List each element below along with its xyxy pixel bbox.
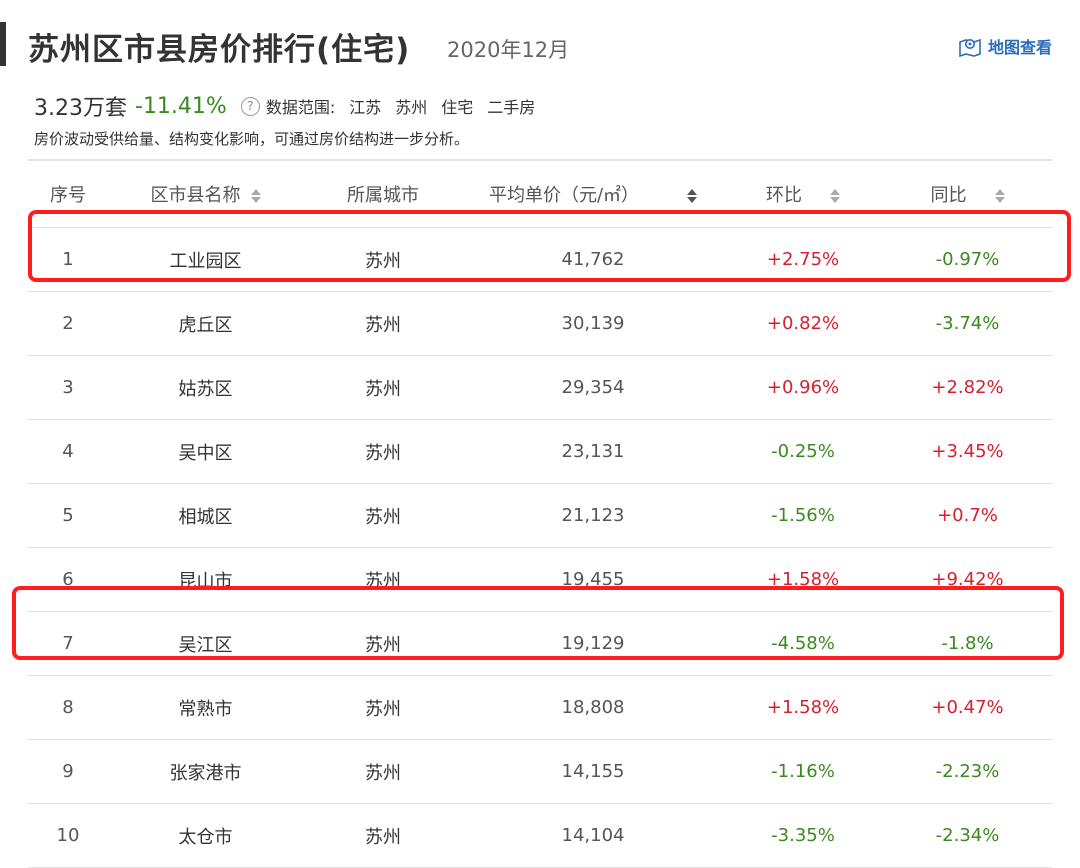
- highlight-box-row-7: [12, 586, 1064, 660]
- cell-district-name: 常熟市: [108, 675, 303, 740]
- table-row[interactable]: 3 姑苏区 苏州 29,354 +0.96% +2.82%: [28, 355, 1052, 420]
- table-row[interactable]: 10 太仓市 苏州 14,104 -3.35% -2.34%: [28, 803, 1052, 868]
- sort-icon[interactable]: [994, 189, 1005, 203]
- cell-mom: +0.82%: [723, 291, 883, 356]
- cell-yoy: +2.82%: [883, 355, 1052, 420]
- map-link-label[interactable]: 地图查看: [988, 34, 1052, 58]
- table-row[interactable]: 4 吴中区 苏州 23,131 -0.25% +3.45%: [28, 419, 1052, 484]
- cell-yoy: +0.47%: [883, 675, 1052, 740]
- cell-city: 苏州: [303, 483, 463, 548]
- data-range-market: 二手房: [487, 98, 536, 117]
- cell-district-name: 吴中区: [108, 419, 303, 484]
- summary-line: 3.23万套 -11.41% ? 数据范围: 江苏 苏州 住宅 二手房: [34, 90, 535, 122]
- cell-price: 18,808: [463, 675, 723, 740]
- cell-mom: -0.25%: [723, 419, 883, 484]
- cell-city: 苏州: [303, 291, 463, 356]
- cell-city: 苏州: [303, 739, 463, 804]
- price-note: 房价波动受供给量、结构变化影响，可通过房价结构进一步分析。: [34, 130, 470, 148]
- sort-icon[interactable]: [687, 189, 698, 203]
- map-view-link[interactable]: 地图查看: [958, 34, 1052, 58]
- cell-rank: 5: [28, 483, 108, 548]
- data-range-city: 苏州: [395, 98, 428, 117]
- cell-rank: 8: [28, 675, 108, 740]
- cell-district-name: 张家港市: [108, 739, 303, 804]
- data-range-province: 江苏: [349, 98, 382, 117]
- cell-rank: 9: [28, 739, 108, 804]
- cell-rank: 4: [28, 419, 108, 484]
- title-accent-bar: [0, 22, 6, 66]
- cell-rank: 2: [28, 291, 108, 356]
- cell-district-name: 虎丘区: [108, 291, 303, 356]
- question-icon[interactable]: ?: [240, 96, 260, 116]
- cell-price: 14,104: [463, 803, 723, 868]
- cell-rank: 3: [28, 355, 108, 420]
- table-row[interactable]: 5 相城区 苏州 21,123 -1.56% +0.7%: [28, 483, 1052, 548]
- map-pin-icon: [958, 35, 982, 57]
- cell-city: 苏州: [303, 675, 463, 740]
- cell-price: 14,155: [463, 739, 723, 804]
- cell-price: 29,354: [463, 355, 723, 420]
- cell-price: 30,139: [463, 291, 723, 356]
- cell-yoy: -2.34%: [883, 803, 1052, 868]
- listing-change: -11.41%: [135, 93, 227, 119]
- cell-mom: -1.56%: [723, 483, 883, 548]
- cell-city: 苏州: [303, 419, 463, 484]
- cell-price: 21,123: [463, 483, 723, 548]
- page-title: 苏州区市县房价排行(住宅): [28, 32, 411, 68]
- cell-mom: -3.35%: [723, 803, 883, 868]
- sort-icon[interactable]: [250, 189, 261, 203]
- report-date: 2020年12月: [447, 38, 570, 62]
- cell-city: 苏州: [303, 355, 463, 420]
- cell-mom: +1.58%: [723, 675, 883, 740]
- cell-yoy: -2.23%: [883, 739, 1052, 804]
- cell-price: 23,131: [463, 419, 723, 484]
- cell-yoy: -3.74%: [883, 291, 1052, 356]
- table-row[interactable]: 9 张家港市 苏州 14,155 -1.16% -2.23%: [28, 739, 1052, 804]
- table-row[interactable]: 2 虎丘区 苏州 30,139 +0.82% -3.74%: [28, 291, 1052, 356]
- listing-count: 3.23万套: [34, 96, 127, 121]
- cell-mom: +0.96%: [723, 355, 883, 420]
- cell-district-name: 相城区: [108, 483, 303, 548]
- cell-city: 苏州: [303, 803, 463, 868]
- highlight-box-row-1: [28, 210, 1071, 282]
- data-range-type: 住宅: [441, 98, 474, 117]
- sort-icon[interactable]: [830, 189, 840, 203]
- data-range-label: 数据范围:: [265, 98, 336, 117]
- cell-rank: 10: [28, 803, 108, 868]
- cell-district-name: 姑苏区: [108, 355, 303, 420]
- cell-yoy: +0.7%: [883, 483, 1052, 548]
- table-row[interactable]: 8 常熟市 苏州 18,808 +1.58% +0.47%: [28, 675, 1052, 740]
- cell-mom: -1.16%: [723, 739, 883, 804]
- cell-yoy: +3.45%: [883, 419, 1052, 484]
- cell-district-name: 太仓市: [108, 803, 303, 868]
